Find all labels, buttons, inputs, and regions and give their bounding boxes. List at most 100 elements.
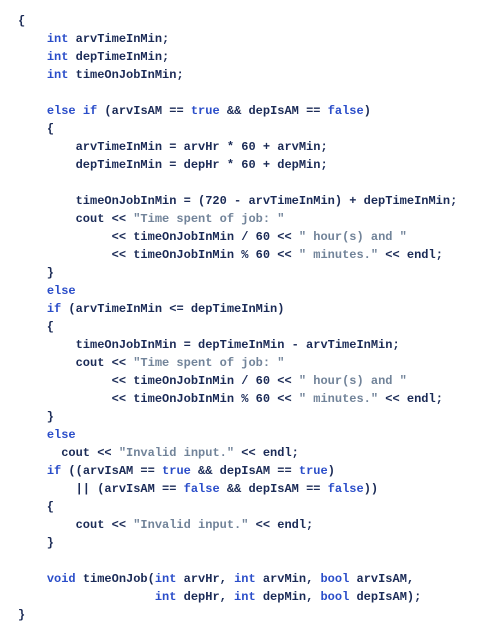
keyword: else if	[47, 104, 97, 118]
code-line: void timeOnJob(int arvHr, int arvMin, bo…	[18, 570, 482, 588]
code-text	[18, 590, 155, 604]
code-text: << timeOnJobInMin % 60 <<	[18, 248, 299, 262]
string-literal: "Invalid input."	[119, 446, 234, 460]
code-line: }	[18, 534, 482, 552]
keyword: void	[47, 572, 76, 586]
brace: {	[18, 500, 54, 514]
string-literal: " minutes."	[299, 248, 378, 262]
code-text: (arvIsAM ==	[97, 104, 191, 118]
literal: false	[328, 482, 364, 496]
code-line: }	[18, 606, 482, 624]
code-text: cout <<	[18, 518, 133, 532]
code-text: << endl;	[248, 518, 313, 532]
code-text: ))	[364, 482, 378, 496]
code-text: && depIsAM ==	[220, 104, 328, 118]
keyword: int	[234, 572, 256, 586]
code-text: timeOnJob(	[76, 572, 155, 586]
code-line: if ((arvIsAM == true && depIsAM == true)	[18, 462, 482, 480]
code-text: arvTimeInMin = arvHr * 60 + arvMin;	[18, 140, 328, 154]
code-line: << timeOnJobInMin / 60 << " hour(s) and …	[18, 228, 482, 246]
keyword: int	[155, 572, 177, 586]
code-text: cout <<	[18, 212, 133, 226]
brace: }	[18, 266, 54, 280]
code-text: arvMin,	[256, 572, 321, 586]
string-literal: " minutes."	[299, 392, 378, 406]
brace: {	[18, 320, 54, 334]
code-line: cout << "Time spent of job: "	[18, 210, 482, 228]
code-line	[18, 84, 482, 102]
code-text: depTimeInMin = depHr * 60 + depMin;	[18, 158, 328, 172]
code-line: << timeOnJobInMin % 60 << " minutes." <<…	[18, 246, 482, 264]
code-line	[18, 552, 482, 570]
brace: }	[18, 536, 54, 550]
keyword: bool	[320, 590, 349, 604]
code-text: arvIsAM,	[349, 572, 414, 586]
keyword: else	[47, 284, 76, 298]
code-text: cout <<	[18, 356, 133, 370]
string-literal: " hour(s) and "	[299, 374, 407, 388]
literal: false	[184, 482, 220, 496]
brace: }	[18, 410, 54, 424]
code-line: {	[18, 12, 482, 30]
code-text: timeOnJobInMin = (720 - arvTimeInMin) + …	[18, 194, 457, 208]
code-text: cout <<	[18, 446, 119, 460]
literal: false	[328, 104, 364, 118]
code-text: )	[364, 104, 371, 118]
code-text: ((arvIsAM ==	[61, 464, 162, 478]
code-text: << timeOnJobInMin / 60 <<	[18, 374, 299, 388]
code-text: << timeOnJobInMin / 60 <<	[18, 230, 299, 244]
identifier: arvTimeInMin;	[68, 32, 169, 46]
code-line: cout << "Invalid input." << endl;	[18, 444, 482, 462]
brace: {	[18, 14, 25, 28]
literal: true	[162, 464, 191, 478]
keyword: else	[47, 428, 76, 442]
string-literal: "Invalid input."	[133, 518, 248, 532]
code-text: && depIsAM ==	[220, 482, 328, 496]
literal: true	[191, 104, 220, 118]
code-text: << timeOnJobInMin % 60 <<	[18, 392, 299, 406]
keyword: int	[47, 50, 69, 64]
code-text: (arvTimeInMin <= depTimeInMin)	[61, 302, 284, 316]
code-line: int arvTimeInMin;	[18, 30, 482, 48]
code-line: else	[18, 282, 482, 300]
string-literal: "Time spent of job: "	[133, 212, 284, 226]
code-line: timeOnJobInMin = depTimeInMin - arvTimeI…	[18, 336, 482, 354]
code-line: << timeOnJobInMin % 60 << " minutes." <<…	[18, 390, 482, 408]
code-line: int depHr, int depMin, bool depIsAM);	[18, 588, 482, 606]
code-line: else if (arvIsAM == true && depIsAM == f…	[18, 102, 482, 120]
code-line	[18, 174, 482, 192]
string-literal: "Time spent of job: "	[133, 356, 284, 370]
keyword: int	[47, 68, 69, 82]
keyword: int	[155, 590, 177, 604]
code-line: depTimeInMin = depHr * 60 + depMin;	[18, 156, 482, 174]
identifier: depTimeInMin;	[68, 50, 169, 64]
code-block: { int arvTimeInMin; int depTimeInMin; in…	[18, 12, 482, 624]
code-text: && depIsAM ==	[191, 464, 299, 478]
keyword: if	[47, 464, 61, 478]
code-line: << timeOnJobInMin / 60 << " hour(s) and …	[18, 372, 482, 390]
code-line: }	[18, 264, 482, 282]
code-line: cout << "Time spent of job: "	[18, 354, 482, 372]
code-text: arvHr,	[176, 572, 234, 586]
code-line: || (arvIsAM == false && depIsAM == false…	[18, 480, 482, 498]
code-line: timeOnJobInMin = (720 - arvTimeInMin) + …	[18, 192, 482, 210]
keyword: if	[47, 302, 61, 316]
code-text: depHr,	[176, 590, 234, 604]
brace: }	[18, 608, 25, 622]
code-text: )	[328, 464, 335, 478]
code-text: << endl;	[234, 446, 299, 460]
code-line: {	[18, 318, 482, 336]
code-line: cout << "Invalid input." << endl;	[18, 516, 482, 534]
code-line: arvTimeInMin = arvHr * 60 + arvMin;	[18, 138, 482, 156]
identifier: timeOnJobInMin;	[68, 68, 183, 82]
code-text: << endl;	[378, 248, 443, 262]
code-line: int depTimeInMin;	[18, 48, 482, 66]
keyword: int	[47, 32, 69, 46]
code-line: {	[18, 498, 482, 516]
keyword: int	[234, 590, 256, 604]
code-line: }	[18, 408, 482, 426]
code-text: || (arvIsAM ==	[18, 482, 184, 496]
string-literal: " hour(s) and "	[299, 230, 407, 244]
keyword: bool	[320, 572, 349, 586]
code-line: else	[18, 426, 482, 444]
